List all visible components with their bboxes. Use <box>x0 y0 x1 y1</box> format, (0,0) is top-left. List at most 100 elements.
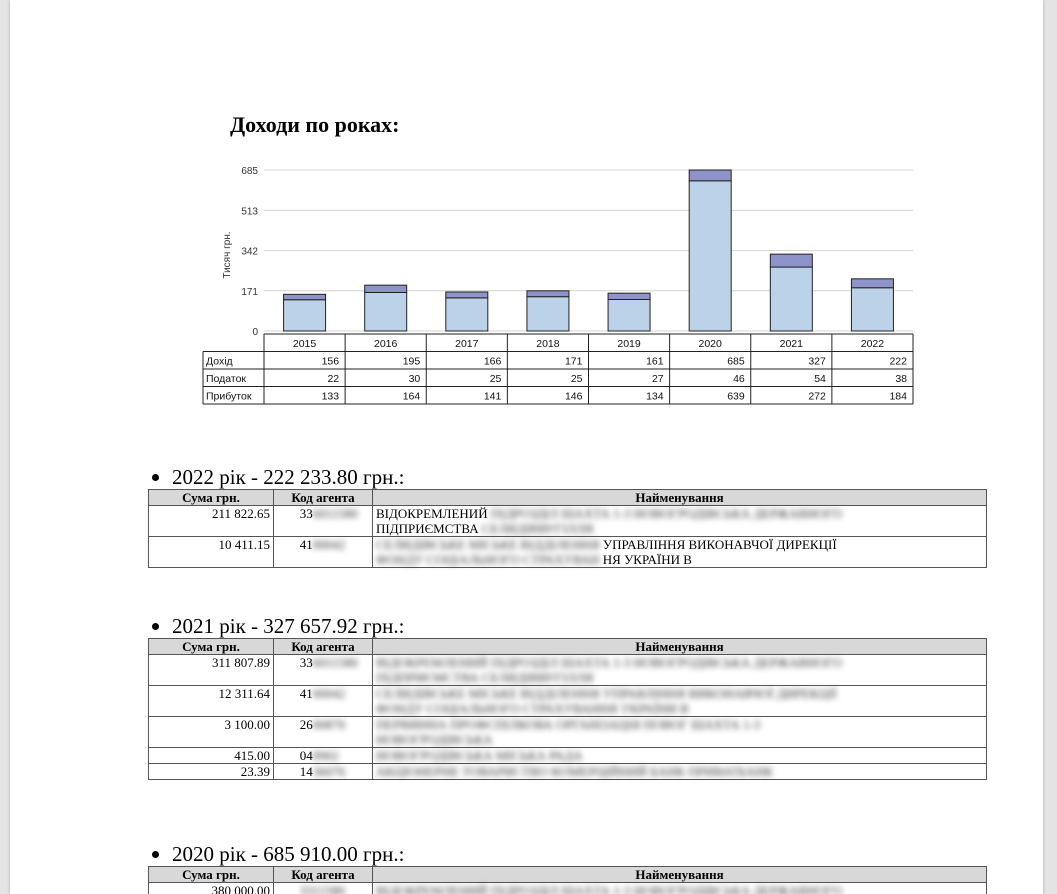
document-page: Доходи по роках: 0 171 342 513 685 Тисяч грн.… <box>10 0 1043 894</box>
data-value: 27 <box>652 373 664 385</box>
bar-tax <box>769 253 813 268</box>
year-section: 2022 рік - 222 233.80 грн.: Сума грн. Код … <box>148 465 988 568</box>
category-label: 2015 <box>293 338 317 350</box>
data-value: 22 <box>327 373 339 385</box>
data-value: 171 <box>565 356 583 368</box>
year-heading-text: 2020 рік - 685 910.00 грн.: <box>172 842 405 866</box>
data-value: 25 <box>571 373 583 385</box>
data-value: 133 <box>322 391 340 403</box>
table-row: 415.00 040902 НОВОГРОДІВСЬКА МІСЬКА РАДА <box>148 747 987 764</box>
agent-code-cell: 1436076 <box>273 763 373 780</box>
income-chart: 0 171 342 513 685 Тисяч грн. 2015 2016 2017 2018 2… <box>202 166 914 405</box>
table-row: 211 822.65 336011580 ВІДОКРЕМЛЕНИЙ ПІДРОЗ… <box>148 505 987 537</box>
amount-cell: 12 311.64 <box>148 685 274 717</box>
year-heading: 2022 рік - 222 233.80 грн.: <box>148 465 988 489</box>
payments-table: Сума грн. Код агента Найменування 380 000.0… <box>148 866 987 894</box>
category-label: 2019 <box>617 338 641 350</box>
column-header: Найменування <box>372 866 987 883</box>
data-value: 639 <box>727 391 745 403</box>
data-value: 161 <box>646 356 664 368</box>
amount-cell: 211 822.65 <box>148 505 274 537</box>
category-label: 2020 <box>699 338 723 350</box>
data-value: 272 <box>808 391 826 403</box>
name-cell: ВІДОКРЕМЛЕНИЙ ПІДРОЗДІЛ ШАХТА 1-3 НОВОГР… <box>372 882 987 894</box>
agent-code-cell: 336011580 <box>273 505 373 537</box>
name-cell: НОВОГРОДІВСЬКА МІСЬКА РАДА <box>372 747 987 764</box>
year-heading: 2020 рік - 685 910.00 грн.: <box>148 842 988 866</box>
bar-profit <box>769 266 813 332</box>
table-row: 380 000.00 3311580 ВІДОКРЕМЛЕНИЙ ПІДРОЗД… <box>148 882 987 894</box>
amount-cell: 380 000.00 <box>148 882 274 894</box>
data-value: 685 <box>727 356 745 368</box>
agent-code-cell: 040902 <box>273 747 373 764</box>
year-section: 2021 рік - 327 657.92 грн.: Сума грн. Код … <box>148 614 988 780</box>
name-cell: СЕЛИДІВСЬКЕ МІСЬКЕ ВІДДІЛЕННЯ УПРАВЛІННЯ… <box>372 536 987 568</box>
bar-profit <box>688 180 732 332</box>
name-cell: ВІДОКРЕМЛЕНИЙ ПІДРОЗДІЛ ШАХТА 1-3 НОВОГР… <box>372 654 987 686</box>
amount-cell: 23.39 <box>148 763 274 780</box>
table-row: 12 311.64 4100042 СЕЛИДІВСЬКЕ МІСЬКЕ ВІД… <box>148 685 987 717</box>
column-header: Код агента <box>273 866 373 883</box>
data-value: 141 <box>484 391 502 403</box>
table-row: 10 411.15 4100042 СЕЛИДІВСЬКЕ МІСЬКЕ ВІД… <box>148 536 987 568</box>
bar-tax <box>283 293 327 301</box>
y-tick-label: 342 <box>241 247 258 258</box>
year-heading-text: 2022 рік - 222 233.80 грн.: <box>172 465 405 489</box>
series-label: Прибуток <box>206 391 252 403</box>
payments-table: Сума грн. Код агента Найменування 311 807.8… <box>148 638 987 780</box>
bar-tax <box>364 284 408 293</box>
column-header: Код агента <box>273 489 373 506</box>
bar-tax <box>607 292 651 301</box>
year-heading: 2021 рік - 327 657.92 грн.: <box>148 614 988 638</box>
data-value: 46 <box>733 373 745 385</box>
amount-cell: 311 807.89 <box>148 654 274 686</box>
category-label: 2021 <box>780 338 804 350</box>
bar-tax <box>445 291 489 299</box>
bullet <box>152 851 159 858</box>
bar-profit <box>526 296 570 332</box>
agent-code-cell: 4100042 <box>273 536 373 568</box>
year-section: 2020 рік - 685 910.00 грн.: Сума грн. Код … <box>148 842 988 894</box>
category-label: 2018 <box>536 338 560 350</box>
data-value: 222 <box>889 356 907 368</box>
amount-cell: 3 100.00 <box>148 716 274 748</box>
data-value: 25 <box>490 373 502 385</box>
data-value: 195 <box>403 356 421 368</box>
bar-profit <box>364 291 408 332</box>
y-tick-label: 513 <box>241 206 258 217</box>
name-cell: ПЕРВИННА ПРОФСПІЛКОВА ОРГАНІЗАЦІЯ ПОВОГ … <box>372 716 987 748</box>
data-value: 54 <box>814 373 826 385</box>
bar-profit <box>445 297 489 332</box>
table-row: 311 807.89 336011580 ВІДОКРЕМЛЕНИЙ ПІДРО… <box>148 654 987 686</box>
bar-tax <box>850 278 894 289</box>
bar-profit <box>607 299 651 332</box>
amount-cell: 10 411.15 <box>148 536 274 568</box>
column-header: Найменування <box>372 489 987 506</box>
y-tick-label: 685 <box>241 166 258 177</box>
table-row: 23.39 1436076 АКЦІОНЕРНЕ ТОВАРИСТВО КОМЕ… <box>148 763 987 780</box>
data-value: 156 <box>322 356 340 368</box>
column-header: Найменування <box>372 638 987 655</box>
payments-table: Сума грн. Код агента Найменування 211 822.6… <box>148 489 987 568</box>
series-label: Дохід <box>206 356 233 368</box>
name-cell: АКЦІОНЕРНЕ ТОВАРИСТВО КОМЕРЦІЙНИЙ БАНК П… <box>372 763 987 780</box>
amount-cell: 415.00 <box>148 747 274 764</box>
data-value: 30 <box>409 373 421 385</box>
series-label: Податок <box>206 373 246 385</box>
agent-code-cell: 336011580 <box>273 654 373 686</box>
data-value: 134 <box>646 391 664 403</box>
data-value: 38 <box>895 373 907 385</box>
column-header: Сума грн. <box>148 489 274 506</box>
table-row: 3 100.00 2600870 ПЕРВИННА ПРОФСПІЛКОВА О… <box>148 716 987 748</box>
category-label: 2017 <box>455 338 479 350</box>
agent-code-cell: 4100042 <box>273 685 373 717</box>
category-label: 2016 <box>374 338 398 350</box>
bullet <box>152 474 159 481</box>
data-value: 184 <box>889 391 907 403</box>
bar-profit <box>283 299 327 332</box>
category-label: 2022 <box>861 338 885 350</box>
data-value: 164 <box>403 391 421 403</box>
column-header: Сума грн. <box>148 866 274 883</box>
name-cell: СЕЛИДІВСЬКЕ МІСЬКЕ ВІДДІЛЕННЯ УПРАВЛІННЯ… <box>372 685 987 717</box>
bar-profit <box>850 287 894 332</box>
